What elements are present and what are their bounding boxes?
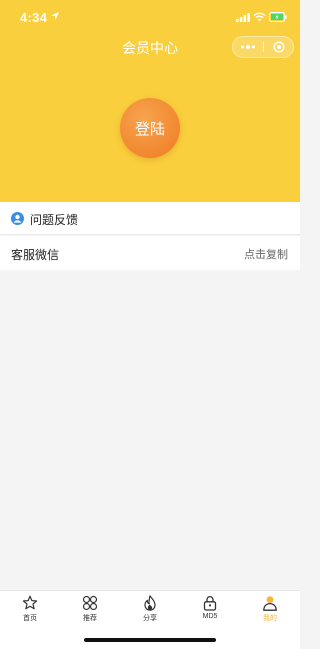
tab-mine-label: 我的 — [263, 615, 277, 622]
tab-share-label: 分享 — [143, 615, 157, 622]
user-circle-icon — [11, 212, 24, 225]
tab-home[interactable]: 首页 — [0, 593, 60, 625]
status-bar: 4:34 — [0, 0, 300, 34]
feedback-row[interactable]: 问题反馈 — [0, 202, 300, 235]
profile-icon — [263, 596, 277, 611]
more-button[interactable] — [233, 37, 263, 57]
copy-wechat-link[interactable]: 点击复制 — [244, 246, 288, 262]
tab-md5[interactable]: MD5 — [180, 593, 240, 625]
more-dots-icon — [241, 44, 255, 50]
header: 4:34 会员中心 登陆 — [0, 0, 300, 202]
tab-recommend[interactable]: 推荐 — [60, 593, 120, 625]
star-icon — [22, 595, 38, 610]
mini-program-capsule — [232, 36, 294, 58]
grid-icon — [82, 595, 98, 611]
lock-icon — [203, 596, 217, 611]
location-arrow-icon — [51, 12, 59, 20]
flame-icon — [144, 595, 156, 611]
tab-mine[interactable]: 我的 — [240, 593, 300, 625]
wechat-label: 客服微信 — [11, 248, 60, 262]
tab-recommend-label: 推荐 — [83, 615, 97, 622]
wifi-icon — [253, 12, 266, 22]
login-button[interactable]: 登陆 — [120, 98, 180, 158]
feedback-label: 问题反馈 — [30, 213, 79, 227]
tab-md5-label: MD5 — [202, 613, 218, 620]
tab-home-label: 首页 — [23, 615, 37, 622]
battery-icon — [269, 12, 287, 22]
close-mini-program-button[interactable] — [264, 37, 294, 57]
status-time: 4:34 — [20, 10, 48, 25]
tab-share[interactable]: 分享 — [120, 593, 180, 625]
target-circle-icon — [273, 41, 285, 53]
wechat-row: 客服微信 点击复制 — [0, 236, 300, 270]
home-indicator — [84, 638, 216, 642]
signal-icon — [236, 13, 250, 22]
